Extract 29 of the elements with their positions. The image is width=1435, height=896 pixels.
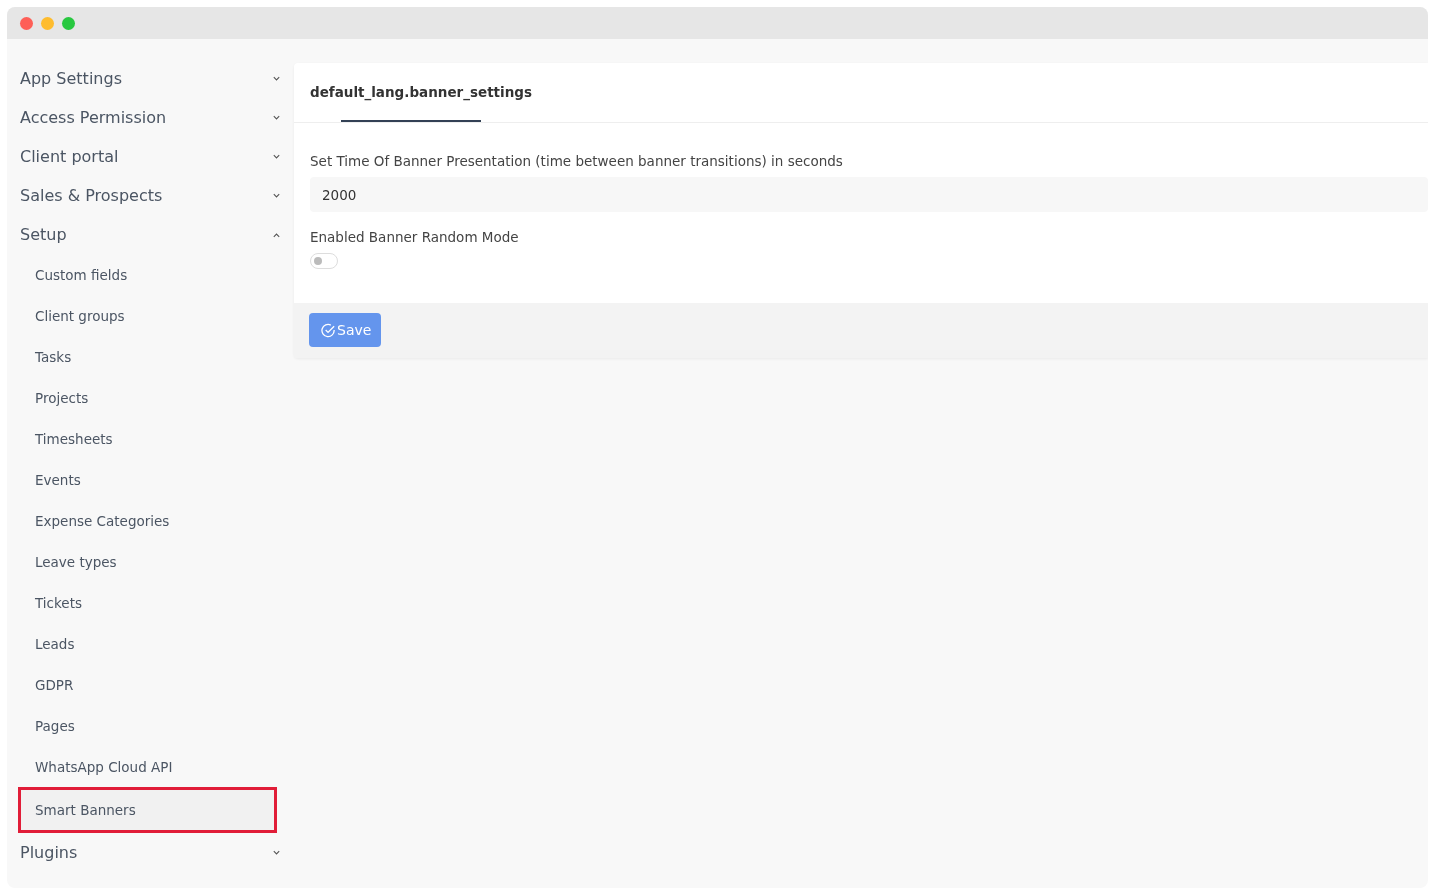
- maximize-icon[interactable]: [62, 16, 75, 30]
- sidebar-section[interactable]: Plugins: [7, 833, 294, 872]
- sidebar-item[interactable]: Client groups: [7, 295, 290, 336]
- toggle-switch[interactable]: [310, 253, 338, 269]
- close-icon[interactable]: [20, 16, 33, 30]
- sidebar-section[interactable]: Client portal: [7, 137, 294, 176]
- sidebar-item[interactable]: Smart Banners: [18, 787, 277, 833]
- sidebar-item[interactable]: Leave types: [7, 541, 290, 582]
- settings-tab[interactable]: default_lang.banner_settings: [310, 63, 532, 122]
- sidebar-item[interactable]: WhatsApp Cloud API: [7, 746, 290, 787]
- field-label: Enabled Banner Random Mode: [310, 229, 520, 245]
- sidebar-item[interactable]: Leads: [7, 623, 290, 664]
- sidebar-item[interactable]: Events: [7, 459, 290, 500]
- sidebar-item[interactable]: Pages: [7, 705, 290, 746]
- input-field[interactable]: 2000: [310, 177, 1428, 212]
- check-circle-icon: [321, 322, 336, 338]
- field-label: Set Time Of Banner Presentation (time between banner transitions) in seconds: [310, 153, 844, 169]
- sidebar-section[interactable]: Sales & Prospects: [7, 176, 294, 215]
- sidebar-item[interactable]: GDPR: [7, 664, 290, 705]
- sidebar-section[interactable]: Access Permission: [7, 98, 294, 137]
- sidebar-item[interactable]: Timesheets: [7, 418, 290, 459]
- sidebar-item[interactable]: Expense Categories: [7, 500, 290, 541]
- sidebar-section[interactable]: App Settings: [7, 59, 294, 98]
- sidebar-item[interactable]: Custom fields: [7, 254, 290, 295]
- sidebar-section[interactable]: Setup: [7, 215, 294, 254]
- minimize-icon[interactable]: [41, 16, 54, 30]
- sidebar-item[interactable]: Tasks: [7, 336, 290, 377]
- sidebar-item[interactable]: Tickets: [7, 582, 290, 623]
- sidebar-item[interactable]: Projects: [7, 377, 290, 418]
